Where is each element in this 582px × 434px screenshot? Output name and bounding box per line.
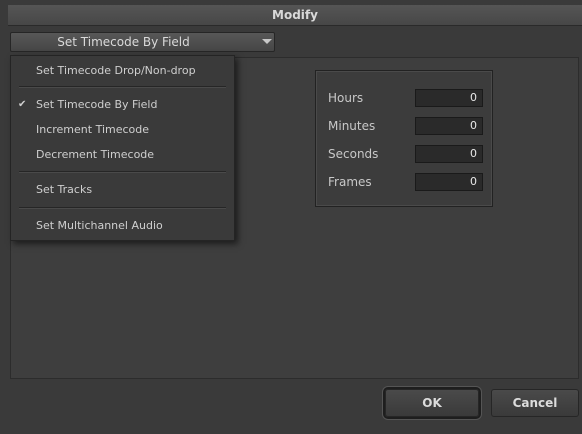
- frames-row: Frames 0: [328, 173, 488, 191]
- menu-separator: [19, 171, 226, 173]
- cancel-button[interactable]: Cancel: [491, 389, 579, 417]
- menu-item-label: Increment Timecode: [36, 123, 150, 136]
- menu-item-label: Set Timecode By Field: [36, 98, 158, 111]
- menu-item-drop-nondrop[interactable]: Set Timecode Drop/Non-drop: [11, 62, 234, 80]
- menu-item-label: Decrement Timecode: [36, 148, 155, 161]
- hours-row: Hours 0: [328, 89, 488, 107]
- seconds-row: Seconds 0: [328, 145, 488, 163]
- chevron-down-icon: [262, 39, 272, 44]
- minutes-field[interactable]: 0: [415, 117, 483, 135]
- modify-dialog: Modify Set Timecode By Field Hours 0 Min…: [0, 0, 582, 434]
- seconds-field[interactable]: 0: [415, 145, 483, 163]
- hours-label: Hours: [328, 91, 364, 105]
- menu-item-increment[interactable]: Increment Timecode: [11, 121, 234, 139]
- seconds-label: Seconds: [328, 147, 379, 161]
- menu-separator: [19, 207, 226, 209]
- ok-button[interactable]: OK: [385, 389, 479, 417]
- mode-menu: Set Timecode Drop/Non-drop ✔ Set Timecod…: [10, 55, 235, 241]
- minutes-row: Minutes 0: [328, 117, 488, 135]
- window-title: Modify: [8, 5, 582, 26]
- timecode-panel: Hours 0 Minutes 0 Seconds 0 Frames 0: [315, 70, 493, 207]
- menu-item-set-tracks[interactable]: Set Tracks: [11, 181, 234, 199]
- menu-item-label: Set Timecode Drop/Non-drop: [36, 64, 196, 77]
- menu-item-label: Set Tracks: [36, 183, 93, 196]
- menu-item-decrement[interactable]: Decrement Timecode: [11, 146, 234, 164]
- menu-item-label: Set Multichannel Audio: [36, 219, 163, 232]
- frames-field[interactable]: 0: [415, 173, 483, 191]
- menu-separator: [19, 86, 226, 88]
- menu-item-by-field[interactable]: ✔ Set Timecode By Field: [11, 96, 234, 114]
- minutes-label: Minutes: [328, 119, 376, 133]
- checkmark-icon: ✔: [18, 99, 27, 110]
- menu-item-multichannel-audio[interactable]: Set Multichannel Audio: [11, 217, 234, 235]
- dropdown-selected-label: Set Timecode By Field: [57, 35, 190, 49]
- mode-dropdown[interactable]: Set Timecode By Field: [10, 32, 275, 52]
- frames-label: Frames: [328, 175, 372, 189]
- hours-field[interactable]: 0: [415, 89, 483, 107]
